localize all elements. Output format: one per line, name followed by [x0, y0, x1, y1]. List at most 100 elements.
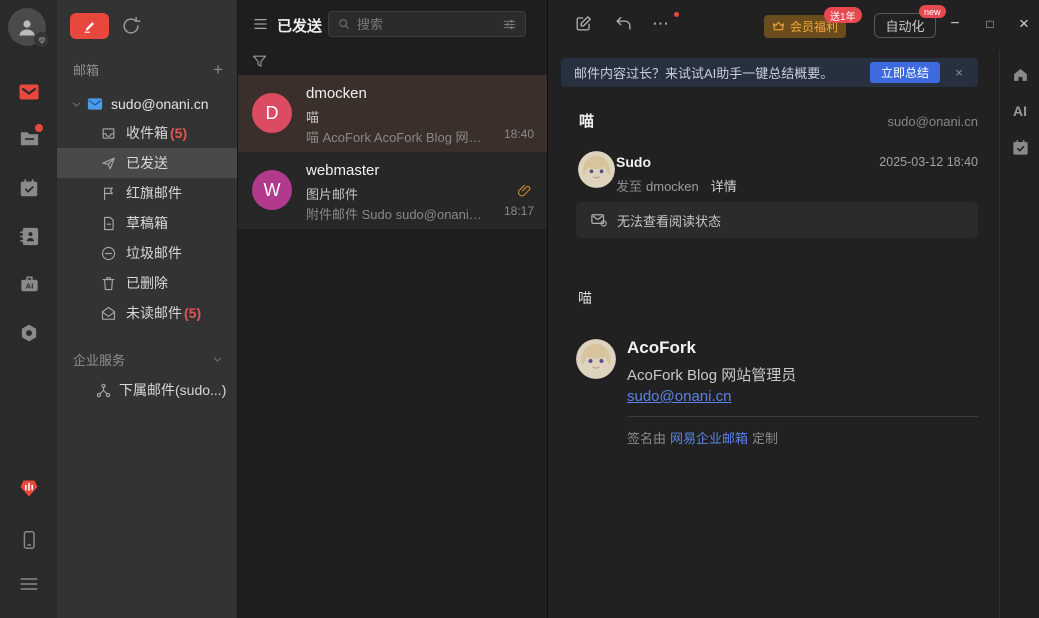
- account-mail-icon: [86, 95, 104, 113]
- close-button[interactable]: ×: [1011, 11, 1037, 37]
- avatar: W: [252, 170, 292, 210]
- add-account-icon[interactable]: +: [213, 61, 223, 78]
- mail-status-icon: [590, 211, 608, 229]
- mail-list: D dmocken 喵 喵 AcoFork AcoFork Blog 网站管… …: [238, 75, 547, 229]
- ai-assistant-module-icon[interactable]: AI: [17, 272, 41, 296]
- banner-close-icon[interactable]: ×: [940, 65, 978, 80]
- signature-avatar: [576, 339, 616, 379]
- mail-subject: 图片邮件: [306, 184, 358, 203]
- signature-divider: [627, 416, 978, 417]
- mail-module-icon[interactable]: [17, 80, 41, 104]
- more-notification-dot: [674, 12, 679, 17]
- list-title: 已发送: [277, 15, 322, 36]
- reading-pane: ⋯ 会员福利 送1年 自动化 new − □ × AI 邮件内容过长？来试试AI…: [547, 0, 1039, 618]
- schedule-mail-icon[interactable]: [1010, 137, 1030, 157]
- sender-name: webmaster: [306, 162, 379, 179]
- signature-name: AcoFork: [627, 338, 696, 358]
- signature-email-link[interactable]: sudo@onani.cn: [627, 388, 731, 405]
- inbox-icon: [100, 125, 117, 142]
- new-badge: new: [919, 5, 946, 18]
- sidebar-item-flagged[interactable]: 红旗邮件: [57, 178, 237, 208]
- list-item-dmocken[interactable]: D dmocken 喵 喵 AcoFork AcoFork Blog 网站管… …: [238, 75, 547, 152]
- recipient-name: dmocken: [646, 179, 699, 194]
- compose-new-icon[interactable]: [574, 14, 594, 34]
- pencil-icon: [82, 19, 97, 34]
- recipient-row: 发至 dmocken 详情: [616, 176, 737, 195]
- svg-text:AI: AI: [25, 281, 33, 290]
- search-icon: [337, 17, 351, 31]
- trash-icon: [100, 275, 117, 292]
- draft-icon: [100, 215, 117, 232]
- mail-date: 2025-03-12 18:40: [879, 155, 978, 169]
- app-rail: AI: [0, 0, 57, 618]
- enterprise-section[interactable]: 企业服务: [73, 350, 223, 369]
- mail-time: 18:17: [504, 204, 534, 218]
- signature-footer: 签名由网易企业邮箱定制: [627, 428, 778, 447]
- sidebar-item-inbox[interactable]: 收件箱(5): [57, 118, 237, 148]
- search-input[interactable]: [357, 17, 496, 32]
- details-link[interactable]: 详情: [711, 179, 737, 194]
- more-actions-icon[interactable]: ⋯: [652, 14, 672, 34]
- contacts-module-icon[interactable]: [17, 224, 41, 248]
- calendar-module-icon[interactable]: [17, 176, 41, 200]
- refresh-icon[interactable]: [120, 15, 142, 37]
- settings-nut-icon[interactable]: [17, 321, 41, 345]
- menu-hamburger-icon[interactable]: [17, 572, 41, 596]
- crown-icon: [772, 20, 785, 33]
- compose-button[interactable]: [70, 13, 109, 39]
- unread-mail-icon: [100, 305, 117, 322]
- netease-enterprise-mail-link[interactable]: 网易企业邮箱: [670, 431, 748, 446]
- maximize-button[interactable]: □: [977, 11, 1003, 37]
- unread-count: (5): [170, 125, 187, 141]
- folder-list: 收件箱(5) 已发送 红旗邮件 草稿箱 垃圾邮件 已删除 未读邮件(5): [57, 118, 237, 328]
- send-icon: [100, 155, 117, 172]
- sidebar-item-junk[interactable]: 垃圾邮件: [57, 238, 237, 268]
- sidebar-item-subordinate-mail[interactable]: 下属邮件(sudo...): [95, 377, 226, 403]
- mail-content: 邮件内容过长？来试试AI助手一键总结概要。 立即总结 × 喵 sudo@onan…: [548, 50, 999, 618]
- account-row[interactable]: sudo@onani.cn: [71, 92, 209, 116]
- avatar: D: [252, 93, 292, 133]
- ai-summary-banner: 邮件内容过长？来试试AI助手一键总结概要。 立即总结 ×: [561, 58, 978, 87]
- mail-master-logo-icon[interactable]: [17, 475, 41, 499]
- mail-preview: 喵 AcoFork AcoFork Blog 网站管…: [306, 127, 485, 146]
- read-status-text: 无法查看阅读状态: [617, 211, 721, 230]
- mail-master-mini-badge-icon: [34, 32, 49, 47]
- list-item-webmaster[interactable]: W webmaster 图片邮件 附件邮件 Sudo sudo@onani.cn…: [238, 152, 547, 229]
- filter-funnel-icon[interactable]: [251, 53, 268, 70]
- junk-icon: [100, 245, 117, 262]
- chevron-down-icon: [71, 99, 82, 110]
- sidebar-item-sent[interactable]: 已发送: [57, 148, 237, 178]
- sidebar-item-unread[interactable]: 未读邮件(5): [57, 298, 237, 328]
- search-filter-sliders-icon[interactable]: [502, 17, 517, 32]
- read-status-box[interactable]: 无法查看阅读状态: [576, 202, 978, 238]
- account-address: sudo@onani.cn: [111, 96, 209, 112]
- to-label: 发至: [616, 179, 642, 194]
- sidebar-item-drafts[interactable]: 草稿箱: [57, 208, 237, 238]
- sidebar-item-deleted[interactable]: 已删除: [57, 268, 237, 298]
- enterprise-label: 企业服务: [73, 350, 125, 369]
- user-avatar[interactable]: [8, 8, 46, 46]
- signature-role: AcoFork Blog 网站管理员: [627, 364, 796, 385]
- search-box[interactable]: [328, 11, 526, 37]
- org-chart-icon: [95, 382, 112, 399]
- list-menu-icon[interactable]: [252, 16, 269, 32]
- ai-panel-icon[interactable]: AI: [1010, 101, 1030, 121]
- mail-time: 18:40: [504, 127, 534, 141]
- reply-icon[interactable]: [614, 14, 634, 34]
- member-gift-badge: 送1年: [824, 7, 862, 23]
- minimize-button[interactable]: −: [942, 11, 968, 37]
- mail-body: 喵: [578, 288, 592, 308]
- sender-name: dmocken: [306, 85, 367, 102]
- mobile-app-icon[interactable]: [17, 528, 41, 552]
- sender-avatar[interactable]: [578, 151, 615, 188]
- flag-icon: [100, 185, 117, 202]
- home-icon[interactable]: [1010, 64, 1030, 84]
- folder-sidebar: 邮箱 + sudo@onani.cn 收件箱(5) 已发送 红旗邮件 草稿箱: [57, 0, 237, 618]
- message-list-panel: 已发送 D dmocken 喵 喵 AcoFork AcoFork Blog 网…: [237, 0, 547, 618]
- reader-toolbar: ⋯ 会员福利 送1年 自动化 new − □ ×: [548, 0, 1039, 50]
- banner-text: 邮件内容过长？来试试AI助手一键总结概要。: [574, 63, 833, 82]
- folders-module-icon[interactable]: [17, 126, 41, 150]
- chevron-down-icon: [212, 354, 223, 365]
- folder-notification-dot: [35, 124, 43, 132]
- summarize-now-button[interactable]: 立即总结: [870, 62, 940, 83]
